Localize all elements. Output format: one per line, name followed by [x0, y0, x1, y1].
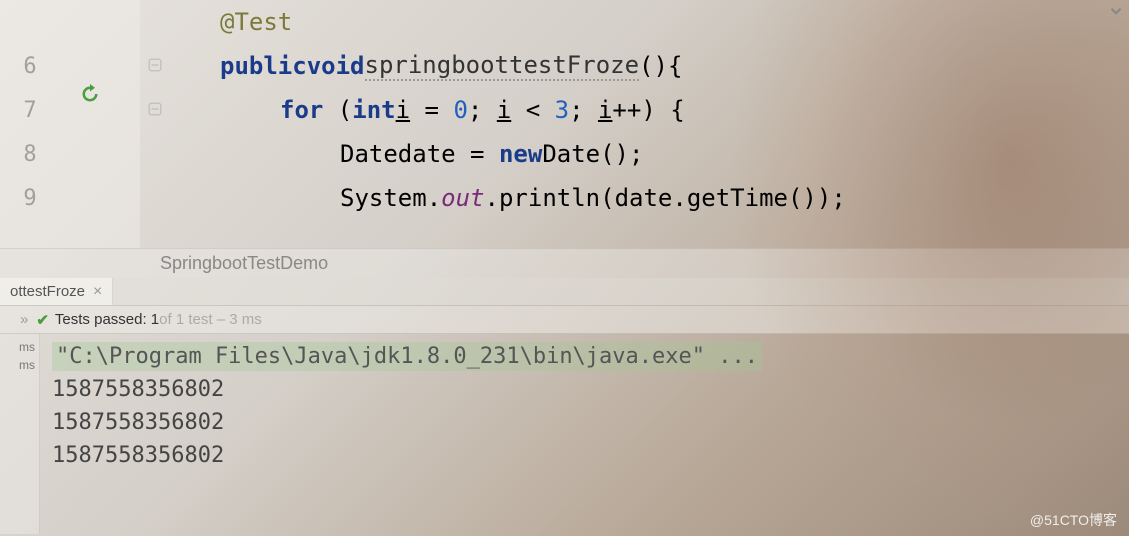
- console-sidebar: ms ms: [0, 334, 40, 534]
- test-detail: of 1 test – 3 ms: [159, 311, 262, 328]
- fold-icon[interactable]: [148, 102, 162, 120]
- console: ms ms "C:\Program Files\Java\jdk1.8.0_23…: [0, 334, 1129, 534]
- close-icon[interactable]: ×: [93, 283, 102, 301]
- test-passed-label: Tests passed: 1: [55, 311, 159, 328]
- console-output[interactable]: "C:\Program Files\Java\jdk1.8.0_231\bin\…: [40, 334, 1129, 534]
- code-line[interactable]: @Test: [140, 0, 1129, 44]
- console-line: 1587558356802: [52, 406, 1117, 439]
- tab-ottestfroze[interactable]: ottestFroze ×: [0, 278, 113, 305]
- fold-icon[interactable]: [148, 58, 162, 76]
- watermark: @51CTO博客: [1030, 510, 1117, 530]
- test-status-bar: » ✔ Tests passed: 1 of 1 test – 3 ms: [0, 306, 1129, 334]
- tab-label: ottestFroze: [10, 283, 85, 300]
- console-line: 1587558356802: [52, 373, 1117, 406]
- console-command: "C:\Program Files\Java\jdk1.8.0_231\bin\…: [52, 340, 1117, 373]
- code-line[interactable]: Date date = new Date();: [140, 132, 1129, 176]
- code-content[interactable]: @Test public void springboottestFroze(){…: [140, 0, 1129, 248]
- breadcrumb-item[interactable]: SpringbootTestDemo: [160, 253, 328, 274]
- line-number: 6: [0, 54, 70, 79]
- code-line[interactable]: public void springboottestFroze(){: [140, 44, 1129, 88]
- chevron-icon[interactable]: »: [20, 311, 28, 328]
- gutter: 6 7 8 9: [0, 0, 140, 248]
- line-number: 8: [0, 142, 70, 167]
- ms-label: ms: [15, 356, 39, 374]
- code-line[interactable]: for (int i = 0; i < 3; i++) {: [140, 88, 1129, 132]
- code-line[interactable]: System.out.println(date.getTime());: [140, 176, 1129, 220]
- run-tabs: ottestFroze ×: [0, 278, 1129, 306]
- ms-label: ms: [15, 338, 39, 356]
- check-icon: ✔: [36, 311, 49, 329]
- code-editor[interactable]: 6 7 8 9 @Test public void springboottest…: [0, 0, 1129, 248]
- line-number: 7: [0, 98, 70, 123]
- breadcrumb[interactable]: SpringbootTestDemo: [0, 248, 1129, 278]
- console-line: 1587558356802: [52, 439, 1117, 472]
- line-number: 9: [0, 186, 70, 211]
